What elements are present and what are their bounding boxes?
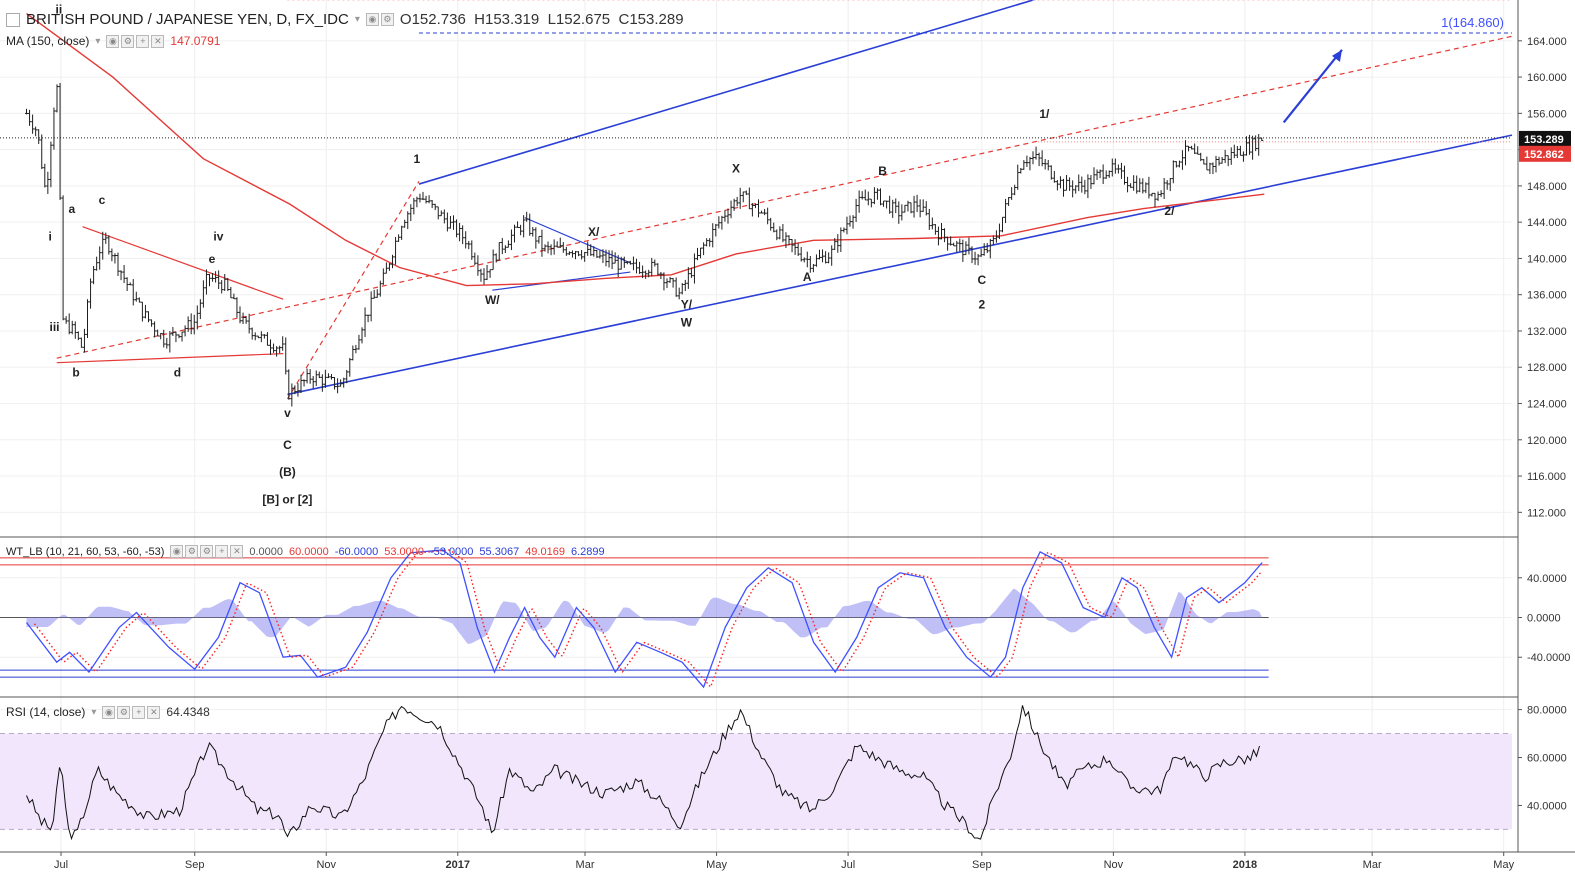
- wave-label: d: [174, 365, 181, 379]
- wt-histogram: [26, 588, 1263, 644]
- time-tick: Nov: [316, 859, 336, 871]
- ma-legend-value: 147.0791: [170, 34, 221, 48]
- median-dashed: [56, 35, 1513, 359]
- wave-label: c: [99, 193, 106, 207]
- price-tick: 148.000: [1527, 181, 1567, 193]
- time-tick: 2017: [446, 859, 470, 871]
- symbol-menu-icon[interactable]: ▾: [355, 14, 360, 25]
- target-label: 1(164.860): [1441, 15, 1504, 30]
- wt-value-4: -53.0000: [429, 545, 474, 558]
- wave-label: [B] or [2]: [262, 492, 312, 506]
- triangle-lower: [56, 353, 284, 364]
- rsi-legend-title: RSI (14, close): [6, 705, 86, 719]
- wt-tick: 0.0000: [1527, 613, 1561, 625]
- wt-tick: -40.0000: [1527, 652, 1570, 664]
- rsi-controls[interactable]: ◉ ⚙ + ✕: [102, 705, 161, 719]
- time-tick: Sep: [972, 859, 992, 871]
- price-pane: 1(164.860): [0, 0, 1513, 400]
- time-tick: Jul: [54, 859, 68, 871]
- wave-label: iii: [50, 320, 60, 334]
- wt-value-1: 60.0000: [289, 545, 329, 558]
- wave-label: 2: [978, 297, 985, 311]
- triangle-upper-blue: [524, 217, 631, 264]
- wave-label: 1: [413, 152, 420, 166]
- wt-value-0: 0.0000: [249, 545, 284, 558]
- wave-label: C: [283, 438, 292, 452]
- price-tick: 160.000: [1527, 72, 1567, 84]
- wave1-dashed: [286, 181, 420, 400]
- wave-label: a: [68, 202, 75, 216]
- price-tick: 156.000: [1527, 108, 1567, 120]
- rsi-legend-value: 64.4348: [166, 705, 210, 719]
- price-tick: 140.000: [1527, 253, 1567, 265]
- price-tick: 116.000: [1527, 471, 1566, 483]
- wave-label: b: [72, 365, 79, 379]
- price-tick: 144.000: [1527, 217, 1567, 229]
- time-tick: Mar: [1363, 859, 1382, 871]
- target-arrow: [1282, 49, 1343, 124]
- ohlc-readout: O152.736 H153.319 L152.675 C153.289: [399, 11, 684, 28]
- wave-label: (B): [279, 465, 296, 479]
- symbol-legend: BRITISH POUND / JAPANESE YEN, D, FX_IDC …: [6, 11, 684, 28]
- wave-label: i: [49, 229, 52, 243]
- wave-label: 1/: [1039, 107, 1050, 121]
- wave-label: A: [803, 270, 812, 284]
- wave-label: C: [977, 273, 986, 287]
- wt-value-2: -60.0000: [334, 545, 379, 558]
- ma-legend-title: MA (150, close): [6, 34, 90, 48]
- time-tick: Jul: [841, 859, 855, 871]
- price-tick: 112.000: [1527, 507, 1566, 519]
- wt-pane: [0, 549, 1269, 689]
- chart-canvas: 1(164.860) 164.000160.000156.000152.0001…: [0, 0, 1575, 871]
- rsi-tick: 40.0000: [1527, 800, 1567, 812]
- wave-label: iv: [213, 229, 223, 243]
- rsi-tick: 80.0000: [1527, 705, 1567, 717]
- wave-label: W: [681, 315, 693, 329]
- grid: [0, 0, 1512, 851]
- price-tick: 128.000: [1527, 362, 1567, 374]
- ma-menu-icon[interactable]: ▾: [95, 36, 100, 47]
- wave-label: v: [284, 406, 291, 420]
- candles: [24, 82, 1264, 407]
- wave-label: Y/: [681, 297, 693, 311]
- wave-label: 2/: [1164, 204, 1175, 218]
- price-tick: 120.000: [1527, 435, 1567, 447]
- wt-tick: 40.0000: [1527, 573, 1567, 585]
- time-tick: Mar: [576, 859, 595, 871]
- wave-label: e: [209, 252, 216, 266]
- price-tick: 136.000: [1527, 290, 1567, 302]
- time-tick: Nov: [1104, 859, 1124, 871]
- chart-icon[interactable]: [6, 12, 20, 27]
- price-tick: 164.000: [1527, 36, 1567, 48]
- symbol-title: BRITISH POUND / JAPANESE YEN, D, FX_IDC: [26, 11, 349, 28]
- wave-label: X: [732, 161, 740, 175]
- wt-value-5: 55.3067: [479, 545, 520, 558]
- rsi-tick: 60.0000: [1527, 753, 1567, 765]
- rsi-menu-icon[interactable]: ▾: [91, 707, 96, 718]
- ma-legend: MA (150, close) ▾ ◉ ⚙ + ✕ 147.0791: [6, 34, 220, 48]
- wave-label: W/: [485, 293, 500, 307]
- wave-label: B: [878, 164, 887, 178]
- time-tick: May: [706, 859, 727, 871]
- rsi-pane: [0, 705, 1512, 841]
- symbol-controls[interactable]: ◉ ⚙: [365, 13, 394, 26]
- wt-legend-title: WT_LB (10, 21, 60, 53, -60, -53): [6, 545, 165, 558]
- time-tick: 2018: [1233, 859, 1257, 871]
- ma-controls[interactable]: ◉ ⚙ + ✕: [106, 34, 165, 48]
- wt-legend: WT_LB (10, 21, 60, 53, -60, -53) ◉ ⚙ ⚙ + ✕ 0…: [6, 545, 605, 558]
- channel-lower: [287, 134, 1513, 396]
- wt-value-3: 53.0000: [384, 545, 424, 558]
- last-price-badge: 153.289: [1524, 134, 1564, 146]
- rsi-legend: RSI (14, close) ▾ ◉ ⚙ + ✕ 64.4348: [6, 705, 210, 719]
- wt-controls[interactable]: ◉ ⚙ ⚙ + ✕: [170, 545, 244, 558]
- triangle-upper: [82, 226, 284, 300]
- wt-value-7: 6.2899: [570, 545, 605, 558]
- price-tick: 132.000: [1527, 326, 1567, 338]
- time-tick: Sep: [185, 859, 205, 871]
- wave-label: X/: [588, 225, 600, 239]
- time-tick: May: [1493, 859, 1514, 871]
- wt-value-6: 49.0169: [525, 545, 565, 558]
- ma-price-badge: 152.862: [1524, 149, 1564, 161]
- price-tick: 124.000: [1527, 399, 1567, 411]
